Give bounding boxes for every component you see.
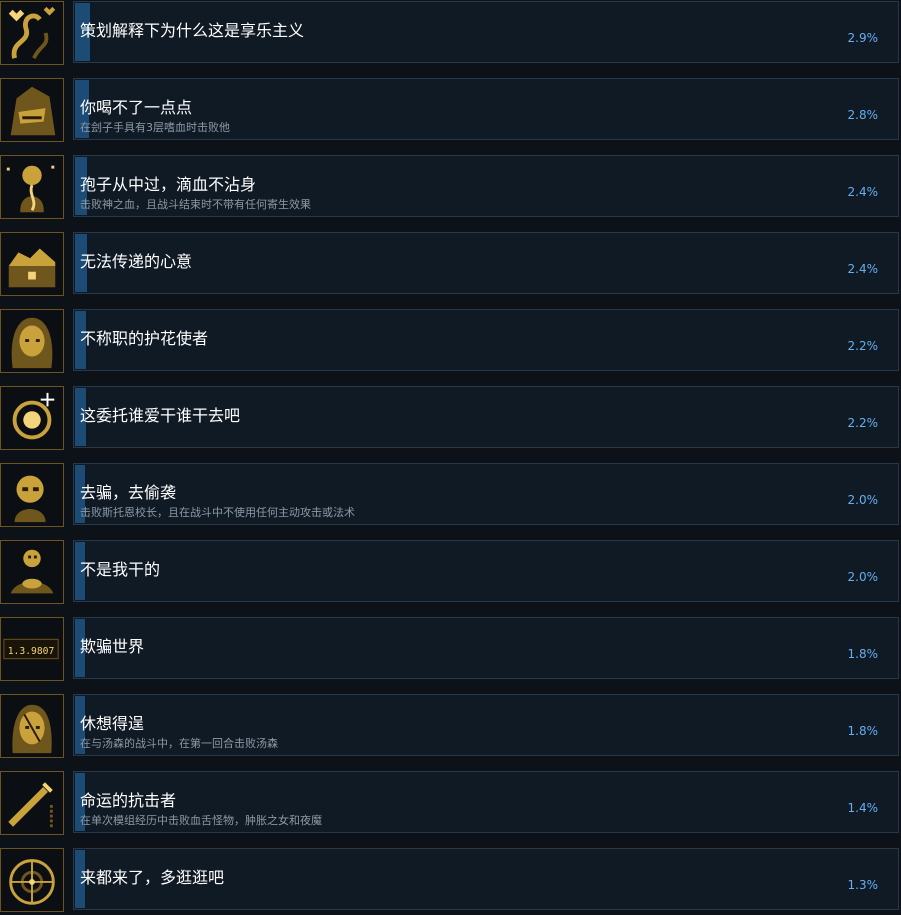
achievement-title: 策划解释下为什么这是享乐主义 bbox=[80, 21, 305, 40]
unlock-percentage: 2.0% bbox=[847, 493, 879, 507]
achievement-title: 不是我干的 bbox=[80, 560, 161, 579]
achievement-description: 在刽子手具有3层嗜血时击败他 bbox=[80, 121, 230, 134]
unlock-percentage: 1.3% bbox=[847, 878, 879, 892]
achievement-row[interactable]: 休想得逞在与汤森的战斗中，在第一回合击败汤森 1.8% bbox=[0, 693, 901, 758]
unlock-percentage: 2.8% bbox=[847, 108, 879, 122]
unlock-percentage: 2.4% bbox=[847, 185, 879, 199]
sword-chain-icon bbox=[0, 771, 64, 835]
achievement-row[interactable]: 去骗，去偷袭击败斯托恩校长，且在战斗中不使用任何主动攻击或法术 2.0% bbox=[0, 462, 901, 527]
achievement-panel: 孢子从中过，滴血不沾身击败神之血，且战斗结束时不带有任何寄生效果 2.4% bbox=[73, 155, 899, 217]
compass-wheel-icon bbox=[0, 848, 64, 912]
achievement-description: 在与汤森的战斗中，在第一回合击败汤森 bbox=[80, 737, 278, 750]
achievement-panel: 欺骗世界 1.8% bbox=[73, 617, 899, 679]
tentacle-hearts-icon bbox=[0, 1, 64, 65]
achievement-description: 在单次模组经历中击败血舌怪物，肿胀之女和夜魔 bbox=[80, 814, 322, 827]
unlock-percentage: 2.9% bbox=[847, 31, 879, 45]
achievement-description: 击败斯托恩校长，且在战斗中不使用任何主动攻击或法术 bbox=[80, 506, 355, 519]
achievement-panel: 不称职的护花使者 2.2% bbox=[73, 309, 899, 371]
achievement-list: 策划解释下为什么这是享乐主义 2.9% 你喝不了一点点在刽子手具有3层嗜血时击败他… bbox=[0, 0, 901, 915]
achievement-row[interactable]: 不称职的护花使者 2.2% bbox=[0, 308, 901, 373]
broken-chest-icon bbox=[0, 232, 64, 296]
achievement-title: 欺骗世界 bbox=[80, 637, 145, 656]
achievement-row[interactable]: 你喝不了一点点在刽子手具有3层嗜血时击败他 2.8% bbox=[0, 77, 901, 142]
achievement-row[interactable]: 命运的抗击者在单次模组经历中击败血舌怪物，肿胀之女和夜魔 1.4% bbox=[0, 770, 901, 835]
achievement-title: 无法传递的心意 bbox=[80, 252, 193, 271]
counter-display-icon: 1.3.9807 bbox=[0, 617, 64, 681]
achievement-row[interactable]: 无法传递的心意 2.4% bbox=[0, 231, 901, 296]
achievement-title: 孢子从中过，滴血不沾身 bbox=[80, 175, 257, 194]
unlock-percentage: 2.4% bbox=[847, 262, 879, 276]
skull-pile-icon bbox=[0, 540, 64, 604]
unlock-percentage: 2.2% bbox=[847, 416, 879, 430]
achievement-panel: 命运的抗击者在单次模组经历中击败血舌怪物，肿胀之女和夜魔 1.4% bbox=[73, 771, 899, 833]
achievement-title: 命运的抗击者 bbox=[80, 791, 177, 810]
unlock-percentage: 1.4% bbox=[847, 801, 879, 815]
scarred-face-icon bbox=[0, 694, 64, 758]
achievement-row[interactable]: 来都来了，多逛逛吧 1.3% bbox=[0, 847, 901, 912]
achievement-row[interactable]: 不是我干的 2.0% bbox=[0, 539, 901, 604]
unlock-percentage: 1.8% bbox=[847, 724, 879, 738]
achievement-panel: 休想得逞在与汤森的战斗中，在第一回合击败汤森 1.8% bbox=[73, 694, 899, 756]
achievement-title: 来都来了，多逛逛吧 bbox=[80, 868, 225, 887]
achievement-panel: 来都来了，多逛逛吧 1.3% bbox=[73, 848, 899, 910]
unlock-percentage: 1.8% bbox=[847, 647, 879, 661]
achievement-title: 休想得逞 bbox=[80, 714, 145, 733]
achievement-panel: 不是我干的 2.0% bbox=[73, 540, 899, 602]
achievement-panel: 无法传递的心意 2.4% bbox=[73, 232, 899, 294]
unlock-percentage: 2.2% bbox=[847, 339, 879, 353]
long-haired-girl-icon bbox=[0, 309, 64, 373]
achievement-panel: 你喝不了一点点在刽子手具有3层嗜血时击败他 2.8% bbox=[73, 78, 899, 140]
achievement-title: 你喝不了一点点 bbox=[80, 98, 193, 117]
achievement-title: 这委托谁爱干谁干去吧 bbox=[80, 406, 241, 425]
achievement-row[interactable]: 1.3.9807 欺骗世界 1.8% bbox=[0, 616, 901, 681]
counter-display-text: 1.3.9807 bbox=[8, 646, 55, 657]
blood-spirit-icon bbox=[0, 155, 64, 219]
hooded-executioner-icon bbox=[0, 78, 64, 142]
achievement-row[interactable]: 这委托谁爱干谁干去吧 2.2% bbox=[0, 385, 901, 450]
headmaster-icon bbox=[0, 463, 64, 527]
glowing-orb-icon bbox=[0, 386, 64, 450]
achievement-panel: 去骗，去偷袭击败斯托恩校长，且在战斗中不使用任何主动攻击或法术 2.0% bbox=[73, 463, 899, 525]
achievement-row[interactable]: 孢子从中过，滴血不沾身击败神之血，且战斗结束时不带有任何寄生效果 2.4% bbox=[0, 154, 901, 219]
achievement-panel: 策划解释下为什么这是享乐主义 2.9% bbox=[73, 1, 899, 63]
achievement-description: 击败神之血，且战斗结束时不带有任何寄生效果 bbox=[80, 198, 311, 211]
achievement-title: 不称职的护花使者 bbox=[80, 329, 209, 348]
achievement-title: 去骗，去偷袭 bbox=[80, 483, 177, 502]
achievement-row[interactable]: 策划解释下为什么这是享乐主义 2.9% bbox=[0, 0, 901, 65]
unlock-percentage: 2.0% bbox=[847, 570, 879, 584]
achievement-panel: 这委托谁爱干谁干去吧 2.2% bbox=[73, 386, 899, 448]
